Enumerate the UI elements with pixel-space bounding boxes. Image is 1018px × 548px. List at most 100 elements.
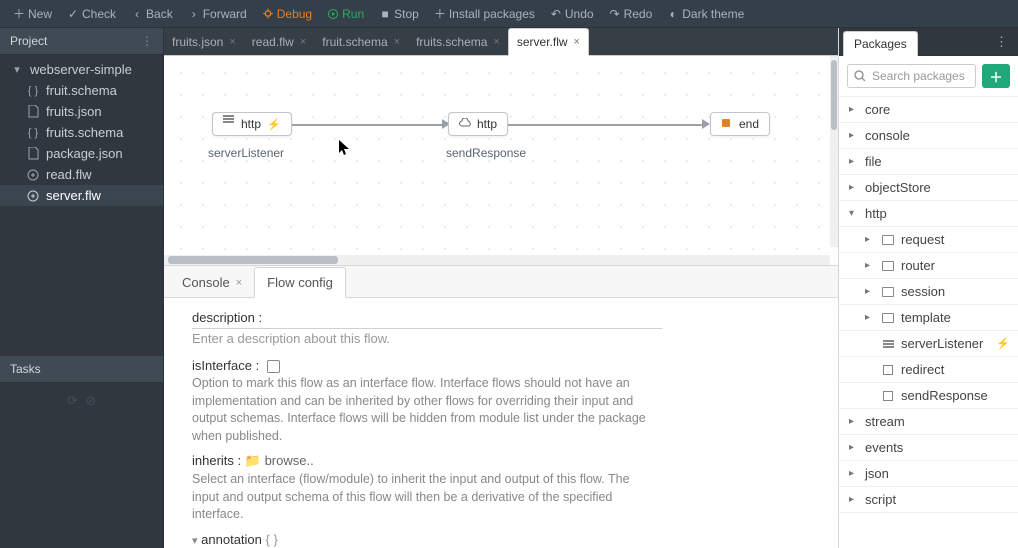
tasks-title: Tasks <box>10 362 41 376</box>
tasks-sync-icon[interactable]: ⟳ ⊘ <box>67 393 96 408</box>
pkg-stream[interactable]: ▸stream <box>839 409 1018 435</box>
file-icon <box>26 105 40 119</box>
isinterface-checkbox[interactable] <box>267 360 280 373</box>
mouse-cursor-icon <box>339 140 351 156</box>
pkg-script[interactable]: ▸script <box>839 487 1018 513</box>
add-package-button[interactable]: ＋ <box>982 64 1010 88</box>
undo-button[interactable]: ↶Undo <box>543 0 602 27</box>
chevron-right-icon: ▸ <box>865 260 875 271</box>
flow-config-panel: description : Enter a description about … <box>164 298 838 548</box>
packages-tab[interactable]: Packages <box>843 31 918 56</box>
pkg-http-session[interactable]: ▸session <box>839 279 1018 305</box>
pkg-json[interactable]: ▸json <box>839 461 1018 487</box>
chevron-down-icon[interactable]: ▾ <box>192 535 198 547</box>
chevron-down-icon: ▾ <box>849 208 859 219</box>
bottom-tab-bar: Console× Flow config <box>164 266 838 298</box>
file-icon <box>26 147 40 161</box>
tab-fruit-schema[interactable]: fruit.schema× <box>314 29 408 55</box>
project-menu-icon[interactable]: ⋮ <box>141 34 153 48</box>
redo-button[interactable]: ↷Redo <box>602 0 661 27</box>
chevron-right-icon: ▸ <box>865 286 875 297</box>
left-panel: Project ⋮ ▾ webserver-simple { }fruit.sc… <box>0 28 164 548</box>
file-fruits-json[interactable]: fruits.json <box>0 101 163 122</box>
tasks-body: ⟳ ⊘ <box>0 383 163 548</box>
packages-menu-icon[interactable]: ⋮ <box>989 34 1014 50</box>
project-tree: ▾ webserver-simple { }fruit.schema fruit… <box>0 55 163 210</box>
vertical-scrollbar[interactable] <box>830 56 838 247</box>
description-label: description : <box>192 310 810 325</box>
flow-canvas[interactable]: http ⚡ serverListener http sendResponse … <box>164 56 838 266</box>
tab-flow-config[interactable]: Flow config <box>254 267 346 298</box>
file-fruit-schema[interactable]: { }fruit.schema <box>0 80 163 101</box>
file-read-flw[interactable]: read.flw <box>0 164 163 185</box>
file-server-flw[interactable]: server.flw <box>0 185 163 206</box>
isinterface-help: Option to mark this flow as an interface… <box>192 375 652 445</box>
new-button[interactable]: ＋New <box>6 0 60 27</box>
dark-theme-button[interactable]: ◐Dark theme <box>660 0 752 27</box>
pkg-http-template[interactable]: ▸template <box>839 305 1018 331</box>
close-icon[interactable]: × <box>574 36 580 48</box>
flow-icon <box>26 189 40 203</box>
node-serverlistener[interactable]: http ⚡ <box>212 112 292 136</box>
chevron-right-icon: ▸ <box>865 312 875 323</box>
tasks-panel-header: Tasks <box>0 356 163 383</box>
tab-fruits-json[interactable]: fruits.json× <box>164 29 244 55</box>
close-icon[interactable]: × <box>394 36 400 48</box>
pkg-http-request[interactable]: ▸request <box>839 227 1018 253</box>
trigger-icon: ⚡ <box>267 118 281 131</box>
inherits-help: Select an interface (flow/module) to inh… <box>192 471 652 524</box>
run-button[interactable]: Run <box>320 0 372 27</box>
description-input[interactable] <box>192 327 662 329</box>
close-icon[interactable]: × <box>493 36 499 48</box>
node-sendresponse[interactable]: http <box>448 112 508 136</box>
tab-server-flw[interactable]: server.flw× <box>508 28 589 56</box>
packages-search-input[interactable]: Search packages <box>847 64 976 88</box>
pkg-console[interactable]: ▸console <box>839 123 1018 149</box>
pkg-http-serverlistener[interactable]: serverListener⚡ <box>839 331 1018 357</box>
cloud-icon <box>459 118 471 130</box>
chevron-down-icon: ▾ <box>10 63 24 77</box>
close-icon[interactable]: × <box>236 277 242 289</box>
arrow-icon <box>702 119 710 129</box>
tab-read-flw[interactable]: read.flw× <box>244 29 314 55</box>
file-package-json[interactable]: package.json <box>0 143 163 164</box>
main-toolbar: ＋New ✓Check ‹Back ›Forward Debug Run ■St… <box>0 0 1018 28</box>
flow-icon <box>26 168 40 182</box>
tab-console[interactable]: Console× <box>170 268 254 297</box>
annotation-label: annotation <box>201 532 262 547</box>
pkg-file[interactable]: ▸file <box>839 149 1018 175</box>
file-fruits-schema[interactable]: { }fruits.schema <box>0 122 163 143</box>
back-button[interactable]: ‹Back <box>124 0 181 27</box>
chevron-right-icon: ▸ <box>849 156 859 167</box>
schema-icon: { } <box>26 126 40 140</box>
node-label: serverListener <box>208 146 284 160</box>
bars-icon <box>223 118 235 130</box>
project-root[interactable]: ▾ webserver-simple <box>0 59 163 80</box>
inherits-label: inherits : <box>192 453 241 468</box>
pkg-http[interactable]: ▾http <box>839 201 1018 227</box>
folder-icon <box>881 285 895 299</box>
pkg-http-redirect[interactable]: redirect <box>839 357 1018 383</box>
chevron-right-icon: ▸ <box>849 182 859 193</box>
description-placeholder: Enter a description about this flow. <box>192 331 810 346</box>
forward-button[interactable]: ›Forward <box>181 0 255 27</box>
pkg-objectstore[interactable]: ▸objectStore <box>839 175 1018 201</box>
check-button[interactable]: ✓Check <box>60 0 124 27</box>
node-end[interactable]: end <box>710 112 770 136</box>
folder-icon <box>881 233 895 247</box>
module-icon <box>881 363 895 377</box>
horizontal-scrollbar[interactable] <box>164 255 830 265</box>
editor-tab-bar: fruits.json× read.flw× fruit.schema× fru… <box>164 28 838 56</box>
pkg-http-sendresponse[interactable]: sendResponse <box>839 383 1018 409</box>
close-icon[interactable]: × <box>300 36 306 48</box>
pkg-core[interactable]: ▸core <box>839 97 1018 123</box>
stop-button[interactable]: ■Stop <box>372 0 427 27</box>
install-packages-button[interactable]: ＋Install packages <box>427 0 543 27</box>
close-icon[interactable]: × <box>229 36 235 48</box>
debug-button[interactable]: Debug <box>255 0 320 27</box>
pkg-http-router[interactable]: ▸router <box>839 253 1018 279</box>
chevron-right-icon: ▸ <box>849 494 859 505</box>
pkg-events[interactable]: ▸events <box>839 435 1018 461</box>
tab-fruits-schema[interactable]: fruits.schema× <box>408 29 508 55</box>
inherits-browse-button[interactable]: 📁 browse.. <box>245 453 314 468</box>
